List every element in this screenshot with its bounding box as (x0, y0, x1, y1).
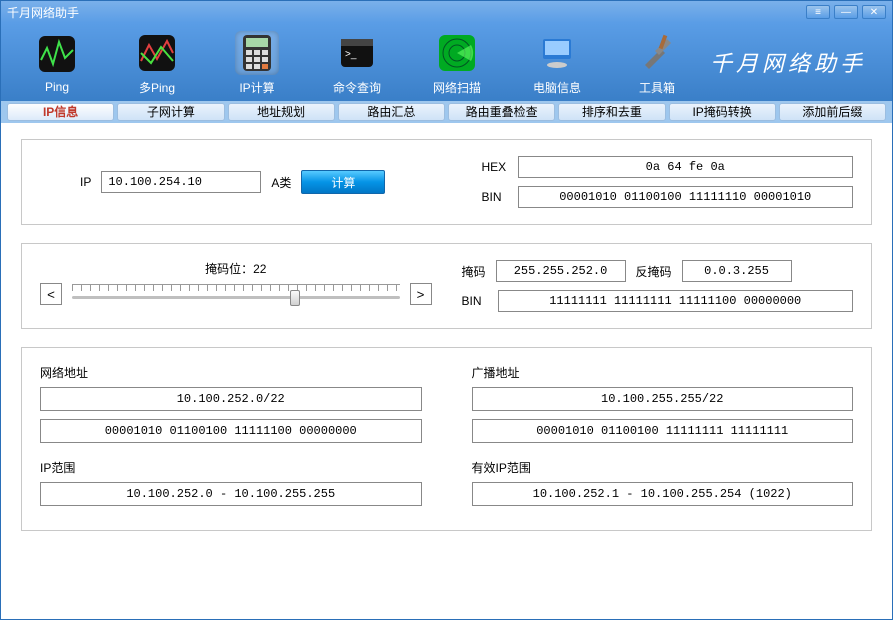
ip-label: IP (80, 175, 91, 189)
slider-thumb[interactable] (290, 290, 300, 306)
bcast-label: 广播地址 (472, 364, 854, 381)
window-controls: ≡ — ✕ (806, 5, 886, 19)
wildcard-label: 反掩码 (636, 263, 672, 280)
subtab-addfix[interactable]: 添加前后缀 (779, 103, 886, 121)
toolbar-item-toolbox[interactable]: 工具箱 (607, 29, 707, 96)
wildcard-value: 0.0.3.255 (682, 260, 792, 282)
ping-icon (35, 32, 79, 76)
mask-decrement-button[interactable]: < (40, 283, 62, 305)
bcast-bin-value: 00001010 01100100 11111111 11111111 (472, 419, 854, 443)
radar-icon (435, 31, 479, 75)
result-panel: 网络地址 10.100.252.0/22 00001010 01100100 1… (21, 347, 872, 531)
toolbar-item-pcinfo[interactable]: 电脑信息 (507, 29, 607, 96)
mask-label: 掩码 (462, 263, 486, 280)
toolbar-item-ping[interactable]: Ping (7, 30, 107, 94)
valid-range-value: 10.100.252.1 - 10.100.255.254 (1022) (472, 482, 854, 506)
bin-label: BIN (482, 190, 512, 204)
terminal-icon: >_ (335, 31, 379, 75)
ip-range-label: IP范围 (40, 459, 422, 476)
net-bin-value: 00001010 01100100 11111100 00000000 (40, 419, 422, 443)
calculator-icon (235, 31, 279, 75)
subtab-bar: IP信息 子网计算 地址规划 路由汇总 路由重叠检查 排序和去重 IP掩码转换 … (1, 101, 892, 123)
subtab-subnet[interactable]: 子网计算 (117, 103, 224, 121)
mask-bits-label: 掩码位： (205, 262, 253, 276)
hex-label: HEX (482, 160, 512, 174)
toolbar-item-multiping[interactable]: 多Ping (107, 29, 207, 96)
mask-slider[interactable] (72, 284, 400, 304)
mask-bin-label: BIN (462, 294, 488, 308)
toolbar-item-ipcalc[interactable]: IP计算 (207, 29, 307, 96)
mask-bits-value: 22 (253, 262, 266, 276)
ip-range-value: 10.100.252.0 - 10.100.255.255 (40, 482, 422, 506)
subtab-sortdedup[interactable]: 排序和去重 (558, 103, 665, 121)
titlebar: 千月网络助手 ≡ — ✕ (1, 1, 892, 23)
net-addr-value: 10.100.252.0/22 (40, 387, 422, 411)
monitor-icon (535, 31, 579, 75)
subtab-addressplan[interactable]: 地址规划 (228, 103, 335, 121)
ip-input[interactable] (101, 171, 261, 193)
toolbar-item-cmd[interactable]: >_ 命令查询 (307, 29, 407, 96)
subtab-ipinfo[interactable]: IP信息 (7, 103, 114, 121)
main-toolbar: Ping 多Ping IP计算 >_ 命令查询 网络扫描 电脑信息 工具箱 (1, 23, 892, 101)
brand-title: 千月网络助手 (707, 46, 886, 78)
ip-class-label: A类 (271, 174, 291, 191)
mask-bin-value: 11111111 11111111 11111100 00000000 (498, 290, 854, 312)
toolbar-item-netscan[interactable]: 网络扫描 (407, 29, 507, 96)
mask-increment-button[interactable]: > (410, 283, 432, 305)
multiping-icon (135, 31, 179, 75)
mask-panel: 掩码位：22 < > 掩码 255.255.252.0 反掩码 (21, 243, 872, 329)
valid-range-label: 有效IP范围 (472, 459, 854, 476)
ip-panel: IP A类 计算 HEX 0a 64 fe 0a BIN 00001010 01… (21, 139, 872, 225)
subtab-routeoverlap[interactable]: 路由重叠检查 (448, 103, 555, 121)
mask-value: 255.255.252.0 (496, 260, 626, 282)
subtab-routesummary[interactable]: 路由汇总 (338, 103, 445, 121)
window-menu-button[interactable]: ≡ (806, 5, 830, 19)
hex-value: 0a 64 fe 0a (518, 156, 854, 178)
bin-value: 00001010 01100100 11111110 00001010 (518, 186, 854, 208)
subtab-ipmask[interactable]: IP掩码转换 (669, 103, 776, 121)
tools-icon (635, 31, 679, 75)
net-addr-label: 网络地址 (40, 364, 422, 381)
minimize-button[interactable]: — (834, 5, 858, 19)
svg-text:>_: >_ (345, 49, 357, 60)
close-button[interactable]: ✕ (862, 5, 886, 19)
window-title: 千月网络助手 (7, 4, 806, 21)
calculate-button[interactable]: 计算 (301, 170, 385, 194)
bcast-value: 10.100.255.255/22 (472, 387, 854, 411)
content-area: IP A类 计算 HEX 0a 64 fe 0a BIN 00001010 01… (1, 123, 892, 619)
